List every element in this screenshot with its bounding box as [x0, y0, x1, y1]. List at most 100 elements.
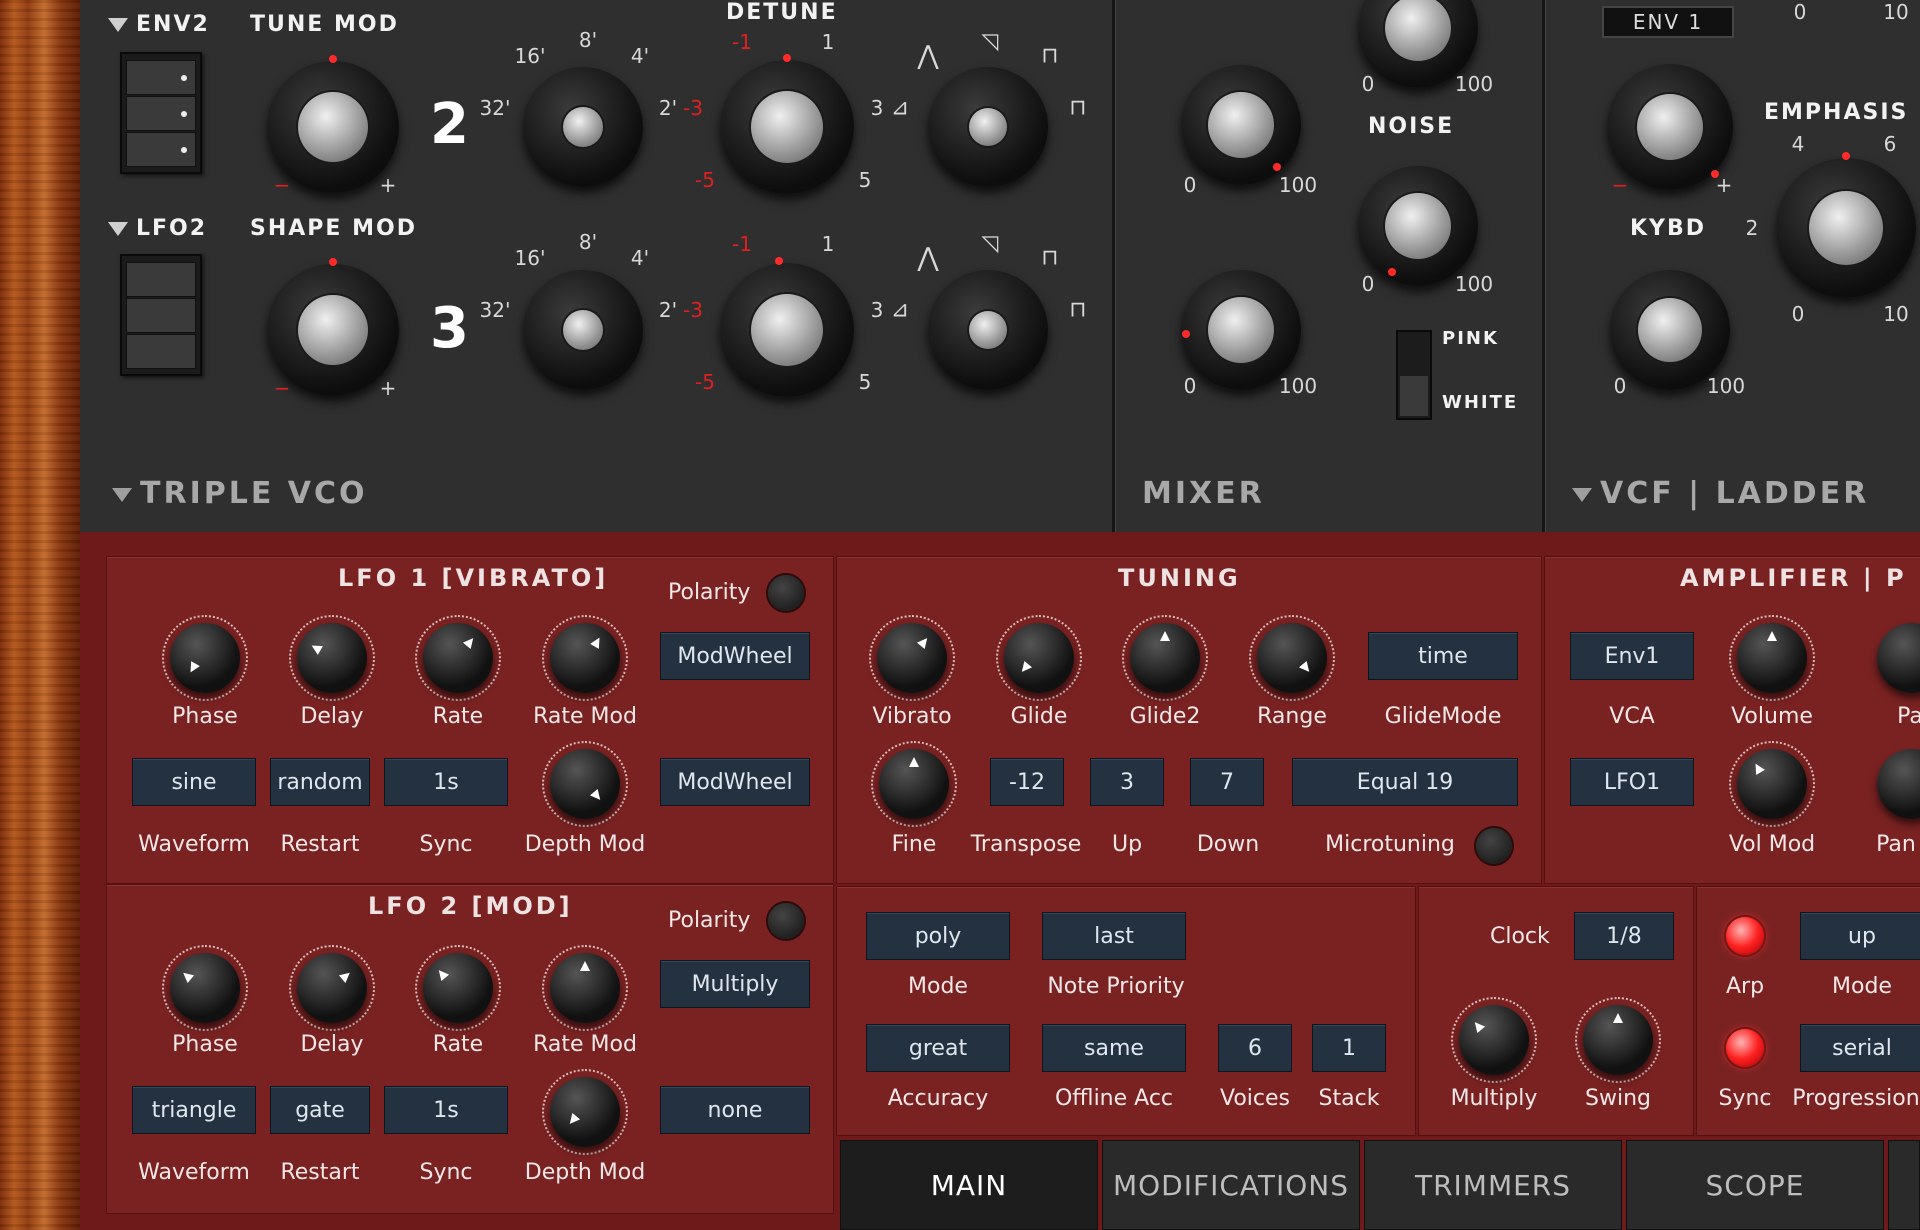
osc2-waveform-knob[interactable] — [928, 67, 1048, 187]
detune-minus5-mark: -5 — [695, 168, 715, 192]
tab-scope[interactable]: SCOPE — [1626, 1140, 1884, 1230]
arp-sync-led[interactable] — [1726, 1029, 1764, 1067]
vol-mod-knob[interactable] — [1737, 749, 1807, 819]
range-knob[interactable] — [1257, 623, 1327, 693]
tab-trimmers[interactable]: TRIMMERS — [1364, 1140, 1622, 1230]
octave-32-mark: 32' — [479, 96, 511, 120]
lfo2-delay-knob[interactable] — [297, 953, 367, 1023]
mode-label: Mode — [908, 974, 968, 999]
triple-vco-section[interactable]: TRIPLE VCO — [112, 476, 368, 511]
emphasis-knob[interactable] — [1776, 152, 1916, 298]
pan-label: Pan — [1876, 832, 1916, 857]
lfo1-restart-select[interactable]: random — [270, 758, 370, 806]
range-label: Range — [1257, 704, 1327, 729]
offline-accuracy-select[interactable]: same — [1042, 1024, 1186, 1072]
down-field[interactable]: 7 — [1190, 758, 1264, 806]
osc3-octave-knob[interactable] — [523, 270, 643, 390]
lfo2-polarity-toggle[interactable] — [768, 903, 804, 939]
lfo2-rate-mod-knob[interactable] — [550, 953, 620, 1023]
arp-mode-select[interactable]: up — [1800, 912, 1920, 960]
detune-minus5-mark: -5 — [695, 370, 715, 394]
tune-mod-label: TUNE MOD — [250, 12, 399, 37]
fine-knob[interactable] — [879, 749, 949, 819]
lfo1-polarity-toggle[interactable] — [768, 575, 804, 611]
microtuning-select[interactable]: Equal 19 — [1292, 758, 1518, 806]
lfo2-depth-mod-knob[interactable] — [550, 1077, 620, 1147]
vcf-env1-display[interactable]: ENV 1 — [1602, 6, 1734, 38]
glide2-knob[interactable] — [1130, 623, 1200, 693]
tuning-title: TUNING — [1118, 564, 1241, 592]
arp-label: Arp — [1725, 974, 1765, 999]
tab-main[interactable]: MAIN — [840, 1140, 1098, 1230]
arp-progression-label: Progression — [1792, 1086, 1920, 1111]
swing-knob[interactable] — [1583, 1005, 1653, 1075]
noise-knob[interactable] — [1358, 166, 1478, 286]
vcf-env-amount-knob[interactable] — [1607, 64, 1733, 190]
env2-selector-switch[interactable] — [120, 52, 202, 174]
note-priority-select[interactable]: last — [1042, 912, 1186, 960]
glide-mode-select[interactable]: time — [1368, 632, 1518, 680]
lfo1-depth-modwheel-button[interactable]: ModWheel — [660, 758, 810, 806]
lfo2-phase-knob[interactable] — [170, 953, 240, 1023]
lfo2-multiply-button[interactable]: Multiply — [660, 960, 810, 1008]
noise-color-switch[interactable] — [1396, 330, 1432, 420]
kybd-knob[interactable] — [1610, 270, 1730, 390]
vca-select[interactable]: Env1 — [1570, 632, 1694, 680]
vol-mod-source-select[interactable]: LFO1 — [1570, 758, 1694, 806]
octave-16-mark: 16' — [514, 246, 546, 270]
volume-knob[interactable] — [1737, 623, 1807, 693]
lfo2-sync-select[interactable]: 1s — [384, 1086, 508, 1134]
lfo1-sync-select[interactable]: 1s — [384, 758, 508, 806]
divider — [1542, 0, 1545, 532]
tab-overflow[interactable] — [1888, 1140, 1920, 1230]
minus-mark: − — [1611, 173, 1629, 197]
ten-mark: 10 — [1883, 302, 1909, 326]
osc2-octave-knob[interactable] — [523, 67, 643, 187]
clock-multiply-knob[interactable] — [1459, 1005, 1529, 1075]
saw-wave-icon: ◹ — [981, 231, 999, 257]
lfo2-label[interactable]: LFO2 — [108, 216, 207, 241]
transpose-field[interactable]: -12 — [990, 758, 1064, 806]
osc3-waveform-knob[interactable] — [928, 270, 1048, 390]
voices-field[interactable]: 6 — [1218, 1024, 1292, 1072]
lfo2-waveform-select[interactable]: triangle — [132, 1086, 256, 1134]
emphasis-label: EMPHASIS — [1764, 100, 1909, 125]
lfo2-selector-switch[interactable] — [120, 254, 202, 376]
square-wave-icon: ⊓ — [1041, 43, 1059, 69]
glide-knob[interactable] — [1004, 623, 1074, 693]
lfo1-waveform-select[interactable]: sine — [132, 758, 256, 806]
octave-32-mark: 32' — [479, 298, 511, 322]
arp-progression-select[interactable]: serial — [1800, 1024, 1920, 1072]
mixer-osc1-knob[interactable] — [1181, 65, 1301, 185]
microtuning-toggle[interactable] — [1476, 828, 1512, 864]
clock-division-select[interactable]: 1/8 — [1574, 912, 1674, 960]
env2-label[interactable]: ENV2 — [108, 12, 210, 37]
lfo1-rate-mod-knob[interactable] — [550, 623, 620, 693]
mixer-osc3-knob[interactable] — [1181, 270, 1301, 390]
lfo2-restart-select[interactable]: gate — [270, 1086, 370, 1134]
octave-8-mark: 8' — [578, 28, 598, 52]
osc3-detune-knob[interactable] — [720, 257, 854, 397]
lfo1-depth-mod-knob[interactable] — [550, 749, 620, 819]
osc2-detune-knob[interactable] — [720, 54, 854, 194]
lfo2-rate-knob[interactable] — [423, 953, 493, 1023]
vibrato-knob[interactable] — [877, 623, 947, 693]
triangle-wave-icon: ⋀ — [917, 243, 939, 273]
vcf-section[interactable]: VCF | LADDER — [1572, 476, 1869, 511]
accuracy-select[interactable]: great — [866, 1024, 1010, 1072]
detune-minus3-mark: -3 — [683, 96, 703, 120]
max-mark: 100 — [1454, 272, 1494, 296]
lfo1-modwheel-button[interactable]: ModWheel — [660, 632, 810, 680]
lfo1-phase-knob[interactable] — [170, 623, 240, 693]
lfo1-delay-knob[interactable] — [297, 623, 367, 693]
tab-modifications[interactable]: MODIFICATIONS — [1102, 1140, 1360, 1230]
lfo1-title: LFO 1 [VIBRATO] — [338, 564, 609, 592]
detune-minus3-mark: -3 — [683, 298, 703, 322]
lfo1-rate-knob[interactable] — [423, 623, 493, 693]
stack-field[interactable]: 1 — [1312, 1024, 1386, 1072]
arp-enable-led[interactable] — [1726, 917, 1764, 955]
voice-mode-select[interactable]: poly — [866, 912, 1010, 960]
shape-mod-label: SHAPE MOD — [250, 216, 417, 241]
lfo2-depth-none-button[interactable]: none — [660, 1086, 810, 1134]
up-field[interactable]: 3 — [1090, 758, 1164, 806]
